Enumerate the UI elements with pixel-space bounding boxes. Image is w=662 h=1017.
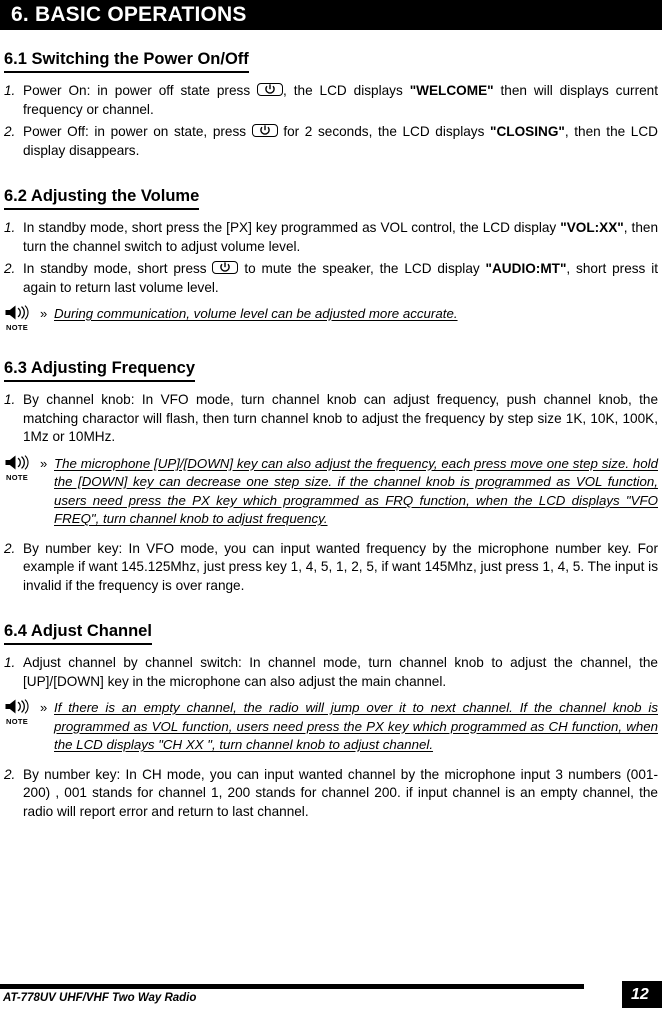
- speaker-icon: [5, 454, 29, 470]
- list-item-text-b: to mute the speaker, the LCD display: [238, 261, 486, 276]
- list-item-text: By number key: In CH mode, you can input…: [23, 766, 658, 819]
- section-6-4: 6.4 Adjust Channel: [4, 621, 658, 645]
- note-block: NOTE » If there is an empty channel, the…: [4, 699, 658, 755]
- section-6-2: 6.2 Adjusting the Volume: [4, 186, 658, 210]
- section-heading-6-3: 6.3 Adjusting Frequency: [4, 358, 196, 382]
- note-marker-icon: »: [40, 700, 48, 715]
- section-6-1: 6.1 Switching the Power On/Off: [4, 49, 658, 73]
- list-item: 2. By number key: In CH mode, you can inp…: [4, 766, 658, 822]
- note-badge: NOTE: [5, 305, 45, 332]
- note-text: The microphone [UP]/[DOWN] key can also …: [54, 455, 658, 529]
- list-item-number: 2.: [4, 540, 16, 556]
- list-item: 2. Power Off: in power on state, press fo…: [4, 123, 658, 160]
- section-heading-6-4: 6.4 Adjust Channel: [4, 621, 152, 645]
- note-text-underlined: During communication, volume level can b…: [54, 306, 458, 321]
- note-text-underlined: The microphone [UP]/[DOWN] key can also …: [54, 455, 658, 527]
- power-button-keycap-icon: [257, 83, 284, 96]
- section-6-3: 6.3 Adjusting Frequency: [4, 358, 658, 382]
- note-block: NOTE » The microphone [UP]/[DOWN] key ca…: [4, 454, 658, 529]
- list-item-text-b: , the LCD displays: [283, 83, 410, 98]
- lcd-message-vol: "VOL:XX": [560, 220, 624, 235]
- list-item-number: 1.: [4, 83, 16, 98]
- list-item-text: Adjust channel by channel switch: In cha…: [23, 655, 658, 689]
- list-item-text-a: In standby mode, short press the [PX] ke…: [23, 220, 561, 235]
- power-button-keycap-icon: [251, 124, 278, 137]
- list-item-text-b: for 2 seconds, the LCD displays: [277, 124, 491, 139]
- note-text: If there is an empty channel, the radio …: [54, 699, 658, 755]
- footer-rule: [0, 984, 584, 989]
- list-item-number: 1.: [4, 220, 16, 235]
- list-item: 2. In standby mode, short press to mute t…: [4, 260, 658, 297]
- note-marker-icon: »: [40, 455, 48, 471]
- list-item-number: 2.: [4, 766, 16, 782]
- lcd-message-closing: "CLOSING": [490, 124, 565, 139]
- list-item: 2. By number key: In VFO mode, you can in…: [4, 540, 658, 596]
- list-item-number: 2.: [4, 261, 16, 276]
- list-item: 1. Power On: in power off state press , t…: [4, 82, 658, 119]
- section-heading-6-2: 6.2 Adjusting the Volume: [4, 186, 200, 210]
- note-badge: NOTE: [5, 454, 45, 482]
- speaker-icon: [5, 305, 29, 320]
- note-badge: NOTE: [5, 699, 45, 726]
- page-number: 12: [631, 986, 649, 1003]
- list-item-text: By channel knob: In VFO mode, turn chann…: [23, 392, 658, 444]
- page-number-badge: 12: [622, 981, 662, 1008]
- note-text-underlined: If there is an empty channel, the radio …: [54, 700, 658, 752]
- note-label: NOTE: [6, 717, 29, 726]
- speaker-icon: [5, 699, 29, 714]
- list-item-text-a: Power On: in power off state press: [23, 83, 251, 98]
- list-item: 1. Adjust channel by channel switch: In c…: [4, 654, 658, 691]
- list-item: 1. In standby mode, short press the [PX] …: [4, 219, 658, 256]
- list-item-text-a: In standby mode, short press: [23, 261, 207, 276]
- chapter-title: 6. BASIC OPERATIONS: [11, 3, 247, 26]
- section-heading-6-1: 6.1 Switching the Power On/Off: [4, 49, 249, 73]
- lcd-message-audio-mt: "AUDIO:MT": [485, 261, 567, 276]
- power-button-keycap-icon: [212, 261, 239, 274]
- note-block: NOTE » During communication, volume leve…: [4, 305, 658, 332]
- list-item-number: 1.: [4, 392, 16, 407]
- note-text: During communication, volume level can b…: [54, 305, 658, 324]
- note-marker-icon: »: [40, 306, 48, 321]
- lcd-message-welcome: "WELCOME": [409, 83, 494, 98]
- list-item-text: By number key: In VFO mode, you can inpu…: [23, 540, 658, 593]
- note-label: NOTE: [6, 323, 29, 332]
- list-item-number: 2.: [4, 124, 16, 139]
- note-label: NOTE: [6, 472, 29, 482]
- footer-product-name: AT-778UV UHF/VHF Two Way Radio: [3, 992, 197, 1004]
- list-item: 1. By channel knob: In VFO mode, turn cha…: [4, 391, 658, 447]
- list-item-text-a: Power Off: in power on state, press: [23, 124, 247, 139]
- list-item-number: 1.: [4, 655, 16, 670]
- page-content: 6.1 Switching the Power On/Off 1. Power O…: [4, 30, 658, 821]
